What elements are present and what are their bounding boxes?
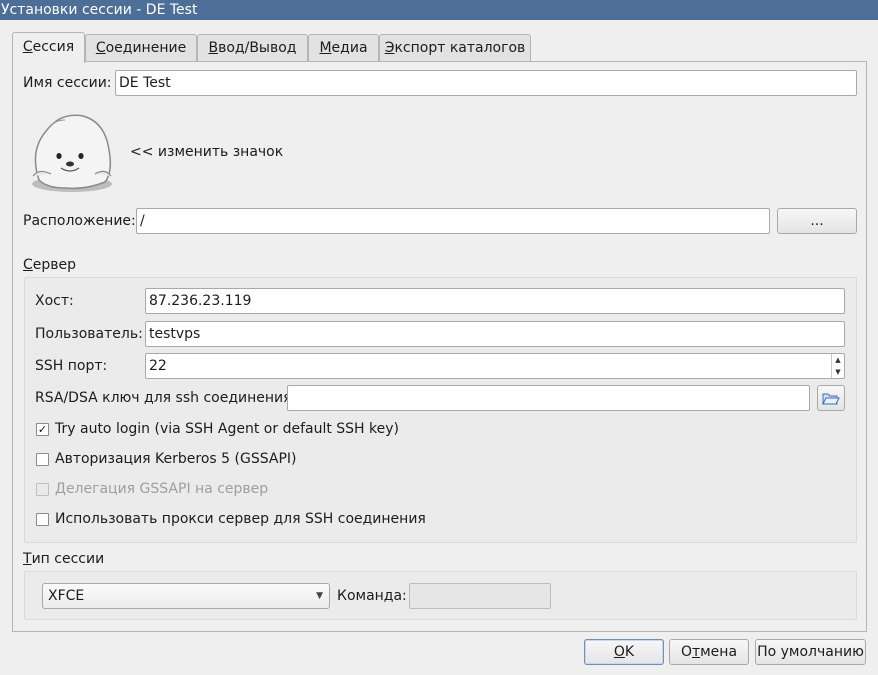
session-name-input[interactable]: DE Test (115, 70, 857, 96)
user-input[interactable]: testvps (145, 321, 845, 347)
tab-connection[interactable]: Соединение (85, 34, 197, 62)
tab-panel: Имя сессии: DE Test << изменить значок Р… (12, 61, 867, 632)
server-group-title: Сервер (23, 257, 77, 273)
cancel-button[interactable]: Отмена (669, 639, 749, 665)
tab-export-folders[interactable]: Экспорт каталогов (379, 34, 531, 62)
ssh-key-input[interactable] (287, 385, 810, 411)
tab-input-output[interactable]: Ввод/Вывод (197, 34, 308, 62)
command-input (409, 583, 551, 609)
session-type-group: XFCE ▼ Команда: (24, 571, 857, 620)
auto-login-checkbox[interactable]: ✓ (36, 423, 49, 436)
ssh-key-browse-button[interactable] (817, 385, 845, 411)
ssh-proxy-label[interactable]: Использовать прокси сервер для SSH соеди… (55, 511, 426, 527)
ok-button[interactable]: OK (584, 639, 664, 665)
gssapi-delegation-label: Делегация GSSAPI на сервер (55, 481, 269, 497)
server-group: Хост: 87.236.23.119 Пользователь: testvp… (24, 277, 857, 543)
user-label: Пользователь: (35, 326, 143, 342)
ssh-port-value: 22 (149, 358, 167, 374)
session-name-label: Имя сессии: (23, 75, 112, 91)
seal-mascot-icon[interactable] (25, 110, 119, 194)
ssh-proxy-checkbox[interactable] (36, 513, 49, 526)
command-label: Команда: (337, 588, 407, 604)
spin-arrows-icon[interactable]: ▲ ▼ (831, 354, 844, 378)
defaults-button[interactable]: По умолчанию (755, 639, 866, 665)
session-type-group-title: Тип сессии (23, 551, 105, 567)
host-input[interactable]: 87.236.23.119 (145, 288, 845, 314)
host-label: Хост: (35, 293, 74, 309)
location-browse-button[interactable]: ... (777, 208, 857, 234)
kerberos-label[interactable]: Авторизация Kerberos 5 (GSSAPI) (55, 451, 296, 467)
session-type-combobox[interactable]: XFCE ▼ (42, 583, 330, 609)
ssh-port-label: SSH порт: (35, 358, 108, 374)
change-icon-link[interactable]: << изменить значок (130, 144, 283, 160)
location-label: Расположение: (23, 213, 136, 229)
gssapi-delegation-checkbox (36, 483, 49, 496)
tab-media[interactable]: Медиа (308, 34, 379, 62)
kerberos-checkbox[interactable] (36, 453, 49, 466)
ssh-key-label: RSA/DSA ключ для ssh соединения: (35, 390, 297, 406)
chevron-down-icon: ▼ (316, 591, 323, 601)
tab-session[interactable]: Сессия (12, 32, 85, 63)
folder-open-icon (822, 390, 840, 414)
window-title: Установки сессии - DE Test (0, 0, 878, 20)
auto-login-label[interactable]: Try auto login (via SSH Agent or default… (55, 421, 399, 437)
ssh-port-spinbox[interactable]: 22 ▲ ▼ (145, 353, 845, 379)
session-type-selected: XFCE (48, 588, 85, 604)
location-input[interactable]: / (136, 208, 770, 234)
